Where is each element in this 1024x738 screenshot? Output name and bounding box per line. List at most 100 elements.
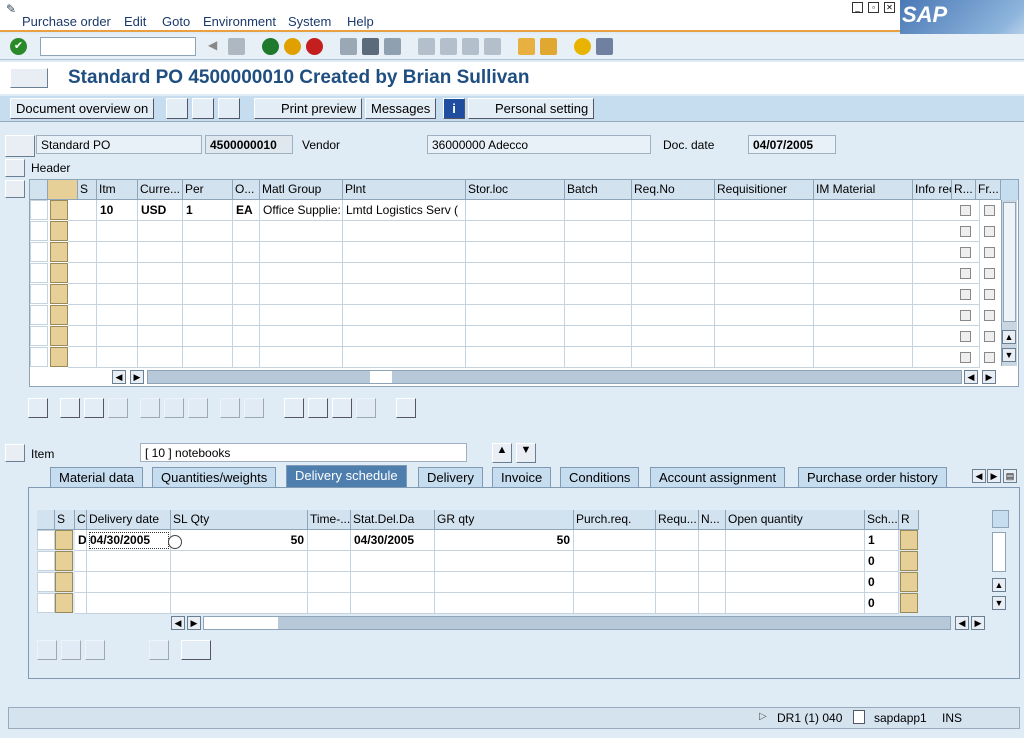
sched-cart-icon[interactable]: [181, 640, 211, 660]
delete-icon[interactable]: [140, 398, 160, 418]
row-select[interactable]: [50, 263, 68, 283]
col-stor-loc[interactable]: Stor.loc: [466, 180, 565, 200]
collapse-items-icon[interactable]: [5, 180, 25, 198]
empty-cell[interactable]: [715, 284, 814, 305]
empty-cell[interactable]: [260, 284, 343, 305]
minimize-icon[interactable]: _: [852, 2, 863, 13]
select-block-icon[interactable]: [108, 398, 128, 418]
info-icon[interactable]: i: [443, 98, 465, 119]
doc-date-field[interactable]: 04/07/2005: [748, 135, 836, 154]
row-select[interactable]: [50, 326, 68, 346]
empty-cell[interactable]: [343, 242, 466, 263]
sched-deselect-all-icon[interactable]: [61, 640, 81, 660]
command-history-icon[interactable]: ◀: [208, 38, 217, 52]
sched-cell-stat-del-date[interactable]: 04/30/2005: [351, 530, 435, 551]
close-window-icon[interactable]: ✕: [884, 2, 895, 13]
grid-select-all[interactable]: [30, 180, 48, 200]
tab-list-icon[interactable]: ▤: [1003, 469, 1017, 483]
sched-row-select[interactable]: [55, 530, 73, 550]
empty-cell[interactable]: [715, 221, 814, 242]
tab-scroll-right-icon[interactable]: ▶: [987, 469, 1001, 483]
scroll-down-icon[interactable]: ▼: [1002, 348, 1016, 362]
last-page-icon[interactable]: [484, 38, 501, 55]
copy-icon[interactable]: [220, 398, 240, 418]
item-horizontal-scrollbar[interactable]: [147, 370, 962, 384]
empty-cell[interactable]: [466, 305, 565, 326]
subtotal-icon[interactable]: [356, 398, 376, 418]
sort-ascending-icon[interactable]: [284, 398, 304, 418]
scroll-left-end-icon[interactable]: ◀: [964, 370, 978, 384]
sched-cell-delivery-date[interactable]: [87, 572, 171, 593]
menu-environment[interactable]: Environment: [203, 14, 276, 29]
tab-account-assignment[interactable]: Account assignment: [650, 467, 786, 487]
doc-type-field[interactable]: Standard PO: [36, 135, 202, 154]
column-settings-icon[interactable]: [1001, 180, 1018, 200]
sched-scroll-down-icon[interactable]: ▼: [992, 596, 1006, 610]
tab-invoice[interactable]: Invoice: [492, 467, 552, 487]
empty-cell[interactable]: [814, 242, 913, 263]
deselect-all-icon[interactable]: [84, 398, 104, 418]
display-change-icon[interactable]: [192, 98, 214, 119]
col-order-unit[interactable]: O...: [233, 180, 260, 200]
empty-cell[interactable]: [233, 326, 260, 347]
returns-checkbox[interactable]: [960, 352, 971, 363]
returns-checkbox[interactable]: [960, 289, 971, 300]
cell-order-unit[interactable]: EA: [233, 200, 260, 221]
empty-cell[interactable]: [466, 284, 565, 305]
shopping-cart-icon[interactable]: [5, 135, 35, 157]
sched-col-open-qty[interactable]: Open quantity: [726, 510, 865, 530]
sched-row-r[interactable]: [900, 572, 918, 592]
empty-cell[interactable]: [260, 326, 343, 347]
empty-cell[interactable]: [183, 347, 233, 368]
empty-cell[interactable]: [466, 347, 565, 368]
empty-cell[interactable]: [68, 326, 97, 347]
returns-checkbox[interactable]: [960, 310, 971, 321]
empty-cell[interactable]: [183, 326, 233, 347]
additional-planning-icon[interactable]: [396, 398, 416, 418]
restore-icon[interactable]: ▫: [868, 2, 879, 13]
sched-col-requ[interactable]: Requ...: [656, 510, 699, 530]
sched-cell-c[interactable]: [75, 572, 87, 593]
cell-currency[interactable]: USD: [138, 200, 183, 221]
sched-col-c[interactable]: C: [75, 510, 87, 530]
empty-cell[interactable]: [233, 284, 260, 305]
col-s[interactable]: S: [78, 180, 97, 200]
empty-cell[interactable]: [183, 284, 233, 305]
first-page-icon[interactable]: [418, 38, 435, 55]
empty-cell[interactable]: [233, 305, 260, 326]
menu-goto[interactable]: Goto: [162, 14, 190, 29]
sched-cell-gr-qty[interactable]: [435, 551, 574, 572]
grid-config-icon[interactable]: [48, 180, 78, 200]
tab-conditions[interactable]: Conditions: [560, 467, 640, 487]
status-toggle-icon[interactable]: ▷: [759, 711, 767, 722]
sched-select-all-icon[interactable]: [37, 640, 57, 660]
sched-scroll-left-icon[interactable]: ◀: [171, 616, 185, 630]
enter-icon[interactable]: ✔: [10, 38, 27, 55]
sched-row-r[interactable]: [900, 551, 918, 571]
cell-per[interactable]: 1: [183, 200, 233, 221]
empty-cell[interactable]: [343, 305, 466, 326]
returns-checkbox[interactable]: [960, 247, 971, 258]
sched-col-n[interactable]: N...: [699, 510, 726, 530]
next-item-icon[interactable]: ▼: [516, 443, 536, 463]
sched-cell-c[interactable]: [75, 551, 87, 572]
empty-cell[interactable]: [565, 284, 632, 305]
sched-cell-gr-qty[interactable]: [435, 593, 574, 614]
empty-cell[interactable]: [138, 242, 183, 263]
empty-cell[interactable]: [233, 242, 260, 263]
col-req-no[interactable]: Req.No: [632, 180, 715, 200]
tab-purchase-order-history[interactable]: Purchase order history: [798, 467, 947, 487]
empty-cell[interactable]: [632, 326, 715, 347]
empty-cell[interactable]: [343, 326, 466, 347]
sched-row-r[interactable]: [900, 530, 918, 550]
row-select[interactable]: [50, 200, 68, 220]
returns-checkbox[interactable]: [960, 226, 971, 237]
empty-cell[interactable]: [565, 263, 632, 284]
lock-icon[interactable]: [164, 398, 184, 418]
scroll-right-icon[interactable]: ▶: [130, 370, 144, 384]
empty-cell[interactable]: [138, 326, 183, 347]
sched-col-purch-req[interactable]: Purch.req.: [574, 510, 656, 530]
empty-cell[interactable]: [260, 263, 343, 284]
scroll-right-end-icon[interactable]: ▶: [982, 370, 996, 384]
sched-scroll-right-end-icon[interactable]: ▶: [971, 616, 985, 630]
